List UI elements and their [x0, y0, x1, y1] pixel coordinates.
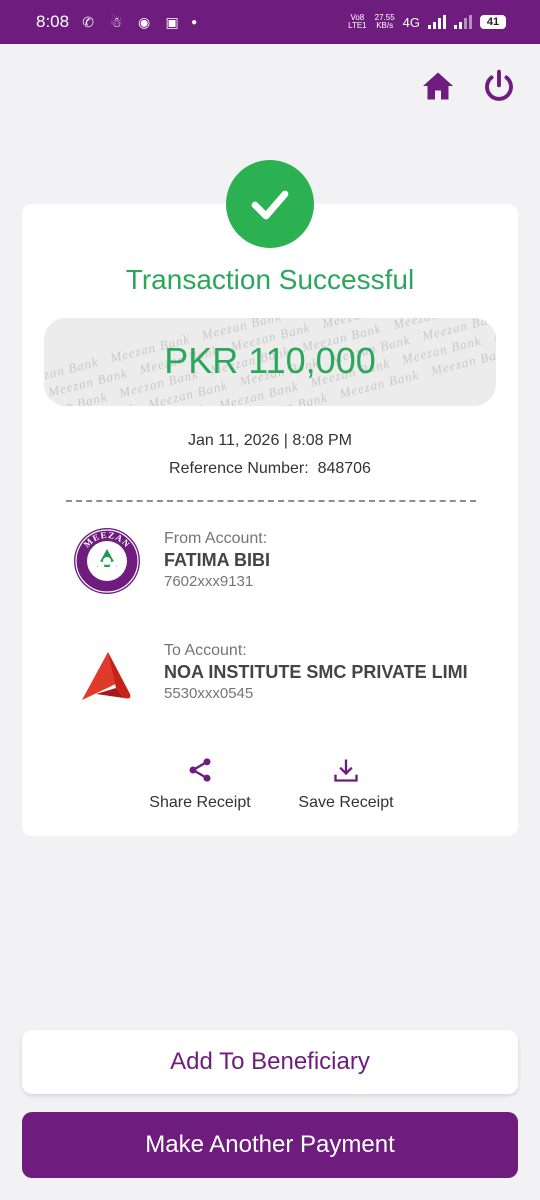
add-to-beneficiary-button[interactable]: Add To Beneficiary	[22, 1030, 518, 1094]
status-right: Vo8 LTE1 27.55 KB/s 4G 41	[348, 14, 506, 30]
snapchat-icon: ☃	[109, 13, 123, 30]
battery-indicator: 41	[480, 15, 506, 29]
download-icon	[334, 759, 358, 782]
transaction-datetime: Jan 11, 2026 | 8:08 PM	[188, 432, 352, 449]
save-receipt-label: Save Receipt	[298, 794, 394, 811]
alarm-icon: ▣	[165, 13, 179, 30]
network-speed: 27.55 KB/s	[375, 14, 395, 30]
share-receipt-button[interactable]: Share Receipt	[140, 756, 260, 812]
recipient-bank-logo	[72, 638, 142, 708]
status-bar: 8:08 ✆ ☃ ◉ ▣ ● Vo8 LTE1 27.55 KB/s 4G 41	[0, 0, 540, 44]
checkmark-icon	[251, 190, 289, 220]
transaction-status-title: Transaction Successful	[125, 264, 415, 295]
amount-box: Meezan Bank Meezan Bank Meezan Bank Meez…	[44, 318, 496, 406]
make-another-payment-button[interactable]: Make Another Payment	[22, 1112, 518, 1178]
signal-2-icon	[454, 15, 472, 29]
meezan-bank-logo: MEEZAN BANK	[72, 526, 142, 596]
from-account-number: 7602xxx9131	[164, 573, 254, 590]
transaction-amount: PKR 110,000	[164, 340, 376, 381]
reference-line: Reference Number: 848706	[22, 460, 518, 478]
share-receipt-label: Share Receipt	[149, 794, 251, 811]
receipt-card: Transaction Successful Meezan Bank Meeza…	[22, 204, 518, 836]
status-time: 8:08	[36, 12, 70, 31]
save-receipt-button[interactable]: Save Receipt	[286, 756, 406, 812]
from-account-info: From Account: FATIMA BIBI 7602xxx9131	[164, 530, 270, 590]
power-icon	[485, 69, 513, 101]
chat-icon: ◉	[137, 13, 151, 30]
share-icon	[189, 758, 211, 782]
whatsapp-icon: ✆	[82, 13, 94, 30]
home-button[interactable]	[420, 68, 456, 104]
volte-indicator: Vo8 LTE1	[348, 14, 367, 30]
status-left: 8:08 ✆ ☃ ◉ ▣ ●	[36, 12, 197, 32]
to-account-label: To Account:	[164, 642, 247, 659]
signal-icon	[428, 15, 446, 29]
from-account-label: From Account:	[164, 530, 268, 547]
network-type: 4G	[402, 14, 420, 30]
dashed-divider	[66, 500, 476, 502]
success-check-badge	[226, 160, 314, 248]
reference-number: 848706	[317, 460, 371, 477]
home-icon	[423, 72, 453, 100]
network-speed-unit: KB/s	[376, 21, 394, 30]
volte-bottom: LTE1	[348, 21, 367, 30]
logout-button[interactable]	[481, 68, 517, 104]
notification-dot-icon: ●	[191, 16, 198, 28]
to-account-name: NOA INSTITUTE SMC PRIVATE LIMI	[164, 662, 468, 682]
to-account-number: 5530xxx0545	[164, 685, 254, 702]
from-account-name: FATIMA BIBI	[164, 550, 270, 570]
to-account-info: To Account: NOA INSTITUTE SMC PRIVATE LI…	[164, 642, 468, 702]
from-account: MEEZAN BANK From Account: FATIMA BIBI 76…	[72, 526, 492, 606]
to-account: To Account: NOA INSTITUTE SMC PRIVATE LI…	[72, 638, 492, 718]
reference-label: Reference Number:	[169, 460, 309, 477]
